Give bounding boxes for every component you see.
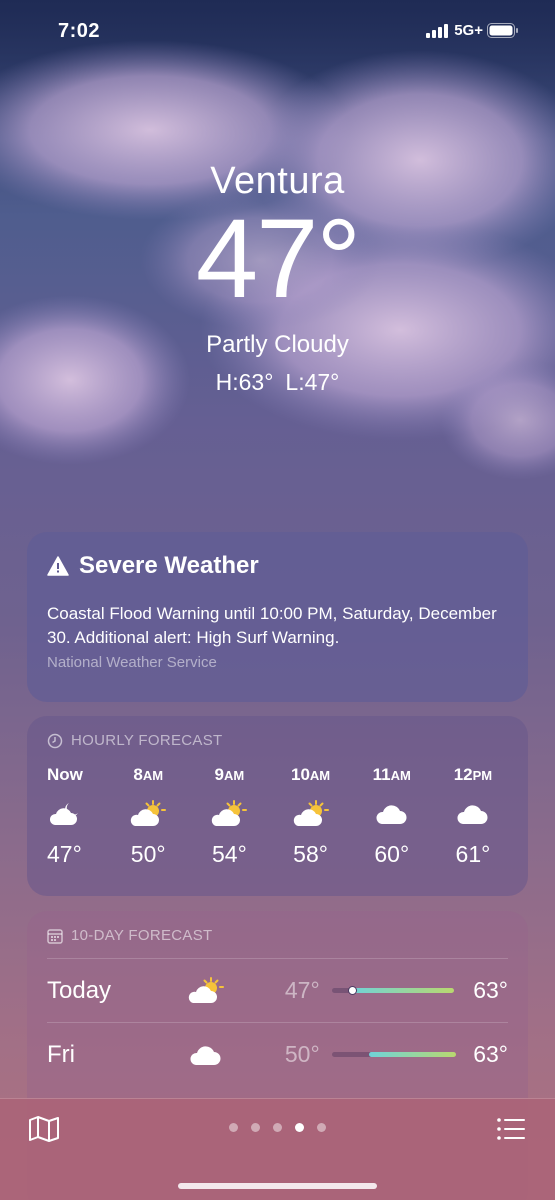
hour-label: Now bbox=[47, 765, 83, 784]
hour-temp: 54° bbox=[211, 841, 247, 867]
current-temperature: 47° bbox=[195, 196, 361, 321]
alert-body: Coastal Flood Warning until 10:00 PM, Sa… bbox=[47, 604, 497, 647]
temp-range-fill bbox=[368, 1052, 456, 1057]
alert-title: Severe Weather bbox=[79, 552, 259, 579]
hour-temp: 61° bbox=[455, 841, 491, 867]
hour-item: 10AM 58° bbox=[276, 765, 346, 868]
temp-range-bar bbox=[331, 986, 454, 995]
cloud-icon bbox=[160, 1043, 254, 1067]
hour-temp: 60° bbox=[374, 841, 410, 867]
hour-item: 11AM 60° bbox=[357, 765, 427, 868]
severe-weather-card[interactable]: Severe Weather Coastal Flood Warning unt… bbox=[27, 532, 528, 702]
cloud-icon bbox=[357, 789, 427, 839]
day-list: Today 47° 63° Fri 50° 63° bbox=[47, 958, 508, 1086]
cloud-sun-icon bbox=[194, 789, 264, 839]
current-weather: Ventura 47° Partly Cloudy H:63° L:47° bbox=[0, 160, 555, 396]
alert-source: National Weather Service bbox=[47, 654, 217, 671]
hour-temp: 58° bbox=[293, 841, 328, 867]
low-temp: L:47° bbox=[285, 369, 340, 395]
day-high: 63° bbox=[473, 977, 508, 1003]
warning-icon bbox=[47, 556, 69, 576]
hour-label: 11AM bbox=[372, 765, 411, 784]
hour-label: 10AM bbox=[290, 765, 331, 784]
temp-range-bar bbox=[331, 1052, 456, 1057]
hourly-header-label: HOURLY FORECAST bbox=[71, 732, 223, 749]
hourly-forecast-card[interactable]: HOURLY FORECAST Now 47° 8AM 50° 9AM 54° … bbox=[27, 716, 528, 896]
daily-header: 10-DAY FORECAST bbox=[47, 927, 508, 944]
day-row[interactable]: Fri 50° 63° bbox=[47, 1022, 508, 1086]
network-label: 5G+ bbox=[454, 22, 483, 39]
home-indicator bbox=[178, 1183, 377, 1189]
cloud-sun-icon bbox=[113, 789, 183, 839]
status-bar: 7:02 5G+ bbox=[0, 18, 555, 48]
high-temp: H:63° bbox=[215, 369, 274, 395]
daily-header-label: 10-DAY FORECAST bbox=[71, 927, 213, 944]
hour-temp: 50° bbox=[130, 841, 166, 867]
page-indicator[interactable] bbox=[0, 1123, 555, 1132]
list-icon bbox=[497, 1118, 525, 1140]
hour-item: 12PM 61° bbox=[438, 765, 508, 868]
day-row[interactable]: Today 47° 63° bbox=[47, 958, 508, 1022]
hour-item: 8AM 50° bbox=[113, 765, 183, 868]
cloud-icon bbox=[438, 789, 508, 839]
bottom-toolbar bbox=[0, 1098, 555, 1200]
hour-label: 8AM bbox=[133, 765, 164, 784]
hour-label: 9AM bbox=[214, 765, 245, 784]
alert-header: Severe Weather bbox=[47, 552, 508, 580]
cloud-moon-icon bbox=[47, 789, 102, 839]
hour-item: 9AM 54° bbox=[194, 765, 264, 868]
day-low: 47° bbox=[284, 977, 320, 1003]
locations-list-button[interactable] bbox=[497, 1117, 525, 1146]
day-name: Fri bbox=[47, 1040, 75, 1068]
day-name: Today bbox=[47, 976, 112, 1004]
hourly-header: HOURLY FORECAST bbox=[47, 732, 508, 749]
high-low: H:63° L:47° bbox=[0, 369, 555, 396]
current-condition: Partly Cloudy bbox=[206, 331, 349, 358]
battery-icon bbox=[487, 23, 518, 38]
cloud-sun-icon bbox=[276, 789, 346, 839]
day-low: 50° bbox=[284, 1041, 320, 1067]
page-dot[interactable] bbox=[251, 1123, 260, 1132]
page-dot-active[interactable] bbox=[295, 1123, 304, 1132]
cloud-sun-icon bbox=[160, 976, 254, 1005]
current-temp-dot bbox=[347, 986, 357, 995]
signal-icon bbox=[426, 23, 449, 38]
page-dot[interactable] bbox=[317, 1123, 326, 1132]
calendar-icon bbox=[47, 928, 63, 944]
hour-label: 12PM bbox=[453, 765, 493, 784]
hour-item: Now 47° bbox=[47, 765, 102, 868]
page-dot[interactable] bbox=[229, 1123, 238, 1132]
clock-icon bbox=[47, 733, 63, 748]
day-high: 63° bbox=[473, 1041, 508, 1067]
page-dot[interactable] bbox=[273, 1123, 282, 1132]
hour-temp: 47° bbox=[47, 841, 82, 867]
hourly-list[interactable]: Now 47° 8AM 50° 9AM 54° 10AM 58° 11AM 60… bbox=[47, 765, 508, 868]
status-time: 7:02 bbox=[58, 20, 101, 42]
status-icons: 5G+ bbox=[426, 22, 519, 39]
temp-range-fill bbox=[349, 988, 454, 993]
